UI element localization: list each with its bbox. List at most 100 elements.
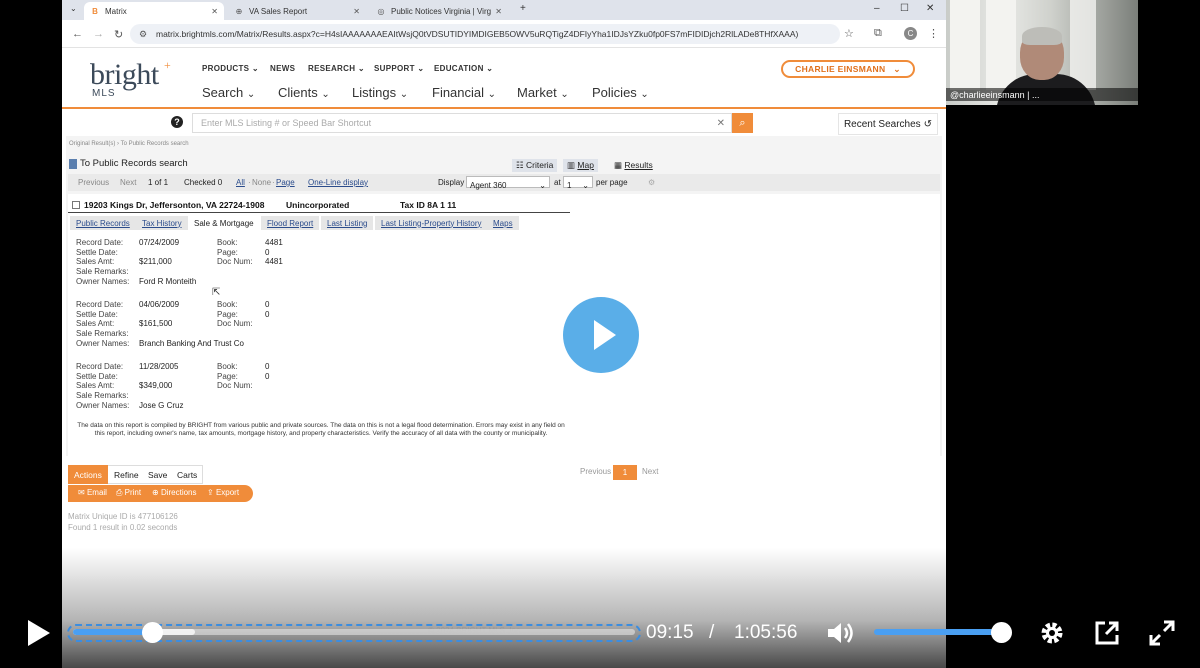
per-page-label: per page — [596, 178, 628, 187]
value-page: 0 — [265, 309, 270, 319]
mainnav-clients[interactable]: Clients ⌄ — [278, 85, 330, 100]
directions-button[interactable]: ⊕ Directions — [152, 488, 197, 497]
settings-gear-icon[interactable] — [1038, 619, 1066, 647]
view-tab-map[interactable]: ▥ Map — [563, 159, 598, 172]
next-button[interactable]: Next — [120, 178, 136, 187]
tab-flood-report[interactable]: Flood Report — [261, 216, 320, 230]
menu-kebab-icon[interactable]: ⋮ — [928, 27, 939, 40]
center-play-button[interactable] — [563, 297, 639, 373]
pager-previous[interactable]: Previous — [580, 467, 611, 476]
result-counter: 1 of 1 — [148, 178, 169, 187]
fullscreen-icon[interactable] — [1148, 619, 1176, 647]
tab-matrix[interactable]: B Matrix ✕ — [84, 2, 224, 20]
recent-searches-button[interactable]: Recent Searches ↺ — [838, 113, 938, 135]
tab-last-listing-history[interactable]: Last Listing-Property History — [375, 216, 488, 230]
previous-button[interactable]: Previous — [78, 178, 109, 187]
print-button[interactable]: ⎙ Print — [116, 488, 141, 498]
bookmark-star-icon[interactable]: ☆ — [844, 27, 854, 40]
topnav-products[interactable]: PRODUCTS ⌄ — [202, 64, 259, 73]
email-button[interactable]: ✉ Email — [78, 488, 107, 497]
label-sales-amt: Sales Amt: — [76, 381, 115, 391]
tab-last-listing[interactable]: Last Listing — [321, 216, 374, 230]
play-icon[interactable] — [28, 620, 50, 646]
close-window-icon[interactable]: ✕ — [926, 3, 934, 14]
sale-record-book: Book: 4481 Page: 0 Doc Num: 4481 — [217, 238, 337, 268]
tab-va-sales-report[interactable]: ⊕ VA Sales Report ✕ — [228, 2, 366, 20]
select-all-link[interactable]: All — [236, 178, 245, 187]
minimize-icon[interactable]: – — [874, 3, 880, 14]
topnav-news[interactable]: NEWS — [270, 64, 295, 73]
tab-sale-mortgage[interactable]: Sale & Mortgage — [188, 216, 260, 230]
topnav-education[interactable]: EDUCATION ⌄ — [434, 64, 493, 73]
tab-list-icon[interactable]: ⌄ — [70, 4, 77, 13]
mainnav-market[interactable]: Market ⌄ — [517, 85, 569, 100]
mainnav-search[interactable]: Search ⌄ — [202, 85, 255, 100]
value-book: 0 — [265, 362, 270, 371]
mainnav-listings[interactable]: Listings ⌄ — [352, 85, 408, 100]
topnav-support[interactable]: SUPPORT ⌄ — [374, 64, 424, 73]
tab-public-records[interactable]: Public Records — [70, 216, 136, 230]
grid-icon: ▦ — [614, 160, 623, 170]
topnav-research[interactable]: RESEARCH ⌄ — [308, 64, 365, 73]
settings-gear-icon[interactable]: ⚙ — [648, 178, 655, 187]
map-icon: ▥ — [567, 160, 576, 170]
maximize-icon[interactable]: ☐ — [900, 3, 909, 14]
mainnav-financial[interactable]: Financial ⌄ — [432, 85, 496, 100]
view-tab-criteria[interactable]: ☷ Criteria — [512, 159, 558, 172]
popout-icon[interactable] — [1093, 619, 1121, 647]
view-tab-results[interactable]: ▦ Results — [610, 159, 657, 172]
property-address[interactable]: 19203 Kings Dr, Jeffersonton, VA 22724-1… — [84, 200, 264, 210]
label-book: Book: — [217, 362, 238, 371]
bright-mls-logo[interactable]: bright + MLS — [90, 58, 171, 99]
value-page: 0 — [265, 371, 270, 381]
reload-icon[interactable]: ↻ — [114, 28, 123, 41]
label-owner-names: Owner Names: — [76, 276, 130, 286]
tab-maps[interactable]: Maps — [487, 216, 519, 230]
help-icon[interactable]: ? — [171, 116, 183, 128]
progress-scrubber-handle[interactable] — [142, 622, 163, 643]
site-settings-icon[interactable]: ⚙ — [139, 29, 147, 40]
clear-icon[interactable]: ✕ — [717, 118, 725, 129]
close-tab-icon[interactable]: ✕ — [211, 7, 218, 16]
chevron-down-icon: ⌄ — [417, 64, 425, 73]
new-tab-icon[interactable]: + — [520, 3, 526, 14]
close-tab-icon[interactable]: ✕ — [495, 7, 502, 16]
public-records-link[interactable]: To Public Records search — [69, 158, 188, 169]
mainnav-policies[interactable]: Policies ⌄ — [592, 85, 649, 100]
back-icon[interactable]: ← — [72, 28, 83, 40]
tab-tax-history[interactable]: Tax History — [136, 216, 188, 230]
profile-avatar[interactable]: C — [904, 27, 917, 40]
close-tab-icon[interactable]: ✕ — [353, 7, 360, 16]
export-button[interactable]: ⇪ Export — [207, 488, 239, 497]
tab-public-notices[interactable]: ◎ Public Notices Virginia | Virgin... ✕ — [370, 2, 508, 20]
result-checkbox[interactable] — [72, 201, 80, 209]
forward-icon[interactable]: → — [93, 28, 104, 40]
chevron-down-icon: ⌄ — [246, 89, 256, 100]
display-select[interactable]: Agent 360 ⌄ — [466, 176, 550, 190]
url-field[interactable]: ⚙ matrix.brightmls.com/Matrix/Results.as… — [130, 24, 840, 44]
sliders-icon: ☷ — [516, 160, 524, 170]
tab-carts[interactable]: Carts — [171, 465, 203, 484]
per-page-select[interactable]: 1 ⌄ — [563, 176, 593, 190]
chevron-down-icon: ⌄ — [539, 181, 546, 190]
select-none-link[interactable]: None — [252, 178, 271, 187]
video-player: ⌄ B Matrix ✕ ⊕ VA Sales Report ✕ ◎ Publi… — [0, 0, 1200, 668]
speed-bar-input[interactable]: Enter MLS Listing # or Speed Bar Shortcu… — [192, 113, 732, 133]
volume-handle[interactable] — [991, 622, 1012, 643]
tab-title: Public Notices Virginia | Virgin... — [391, 6, 491, 16]
tab-refine[interactable]: Refine — [108, 465, 145, 484]
disclaimer-text: The data on this report is compiled by B… — [77, 422, 565, 437]
tab-actions[interactable]: Actions — [68, 465, 108, 484]
breadcrumb[interactable]: Original Result(s) › To Public Records s… — [69, 141, 189, 147]
volume-slider[interactable] — [874, 629, 1002, 635]
extensions-icon[interactable]: ⧉ — [874, 27, 882, 40]
tab-save[interactable]: Save — [142, 465, 173, 484]
search-button[interactable]: ⌕ — [732, 113, 753, 133]
select-page-link[interactable]: Page — [276, 178, 295, 187]
results-found-text: Found 1 result in 0.02 seconds — [68, 523, 178, 532]
pager-next[interactable]: Next — [642, 467, 658, 476]
pager-current-page[interactable]: 1 — [613, 465, 637, 480]
one-line-display-link[interactable]: One-Line display — [308, 178, 368, 187]
volume-icon[interactable] — [826, 620, 856, 646]
user-menu-button[interactable]: CHARLIE EINSMANN ⌄ — [781, 60, 915, 78]
